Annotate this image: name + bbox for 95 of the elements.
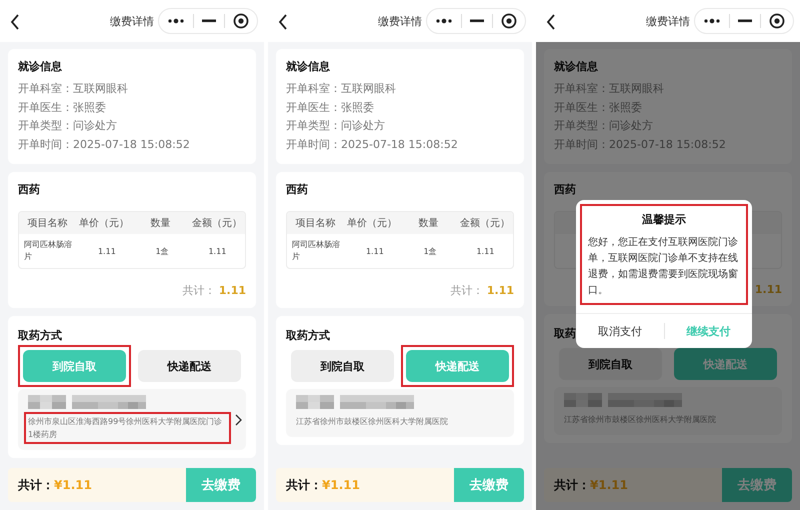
column-header: 项目名称 bbox=[26, 217, 68, 230]
field-label: 开单时间： bbox=[286, 138, 341, 150]
field-value: 2025-07-18 15:08:52 bbox=[609, 138, 726, 150]
column-header: 单价（元） bbox=[346, 216, 398, 230]
column-header: 单价（元） bbox=[78, 216, 130, 230]
total-amount: ¥1.11 bbox=[590, 478, 628, 492]
column-header: 项目名称 bbox=[294, 217, 336, 230]
back-icon[interactable] bbox=[278, 14, 288, 30]
field-value: 问诊处方 bbox=[341, 119, 385, 132]
section-title: 西药 bbox=[18, 182, 40, 197]
dialog-title: 温馨提示 bbox=[641, 212, 687, 227]
section-title: 取药方式 bbox=[286, 328, 330, 343]
total-amount: ¥1.11 bbox=[54, 478, 92, 492]
close-icon[interactable] bbox=[501, 13, 517, 29]
section-title: 西药 bbox=[554, 182, 576, 197]
section-title: 西药 bbox=[286, 182, 308, 197]
option-button[interactable]: 快递配送 bbox=[674, 348, 777, 380]
pay-button[interactable]: 去缴费 bbox=[454, 468, 524, 502]
section-title: 就诊信息 bbox=[554, 59, 598, 74]
field-label: 开单医生： bbox=[554, 100, 609, 114]
field-label: 开单科室： bbox=[286, 82, 341, 95]
more-icon[interactable] bbox=[703, 17, 721, 25]
field-value: 互联网眼科 bbox=[341, 82, 396, 95]
total-label: 共计： bbox=[18, 476, 54, 494]
minimize-icon[interactable] bbox=[470, 19, 484, 23]
chevron-right-icon bbox=[235, 414, 242, 426]
option-button[interactable]: 快递配送 bbox=[406, 350, 509, 382]
back-icon[interactable] bbox=[10, 14, 20, 30]
address-card[interactable]: 江苏省徐州市鼓楼区徐州医科大学附属医院 bbox=[554, 387, 782, 435]
total-amount: ¥1.11 bbox=[322, 478, 360, 492]
field-value: 张照委 bbox=[73, 100, 106, 114]
field-value: 张照委 bbox=[341, 100, 374, 114]
table-cell-text: 1.11 bbox=[96, 246, 117, 256]
table-cell-text: 阿司匹林肠溶片 bbox=[23, 239, 73, 263]
table-cell-text: 阿司匹林肠溶片 bbox=[291, 239, 341, 263]
close-icon[interactable] bbox=[233, 13, 249, 29]
total-label: 共计： bbox=[286, 476, 322, 494]
pay-button[interactable]: 去缴费 bbox=[722, 468, 792, 502]
field-label: 开单类型： bbox=[18, 119, 73, 132]
confirm-button[interactable]: 继续支付 bbox=[664, 314, 752, 348]
column-header: 数量 bbox=[417, 217, 440, 230]
option-button[interactable]: 到院自取 bbox=[559, 348, 662, 380]
address-text: 江苏省徐州市鼓楼区徐州医科大学附属医院 bbox=[296, 416, 449, 428]
section-title: 取药方式 bbox=[18, 328, 62, 343]
table-cell-text: 1盒 bbox=[422, 246, 438, 256]
field-label: 开单时间： bbox=[554, 138, 609, 150]
section-title: 就诊信息 bbox=[286, 59, 330, 74]
back-icon[interactable] bbox=[546, 14, 556, 30]
field-label: 开单时间： bbox=[18, 138, 73, 150]
option-button[interactable]: 到院自取 bbox=[291, 350, 394, 382]
option-button[interactable]: 到院自取 bbox=[23, 350, 126, 382]
pay-button[interactable]: 去缴费 bbox=[186, 468, 256, 502]
field-label: 开单类型： bbox=[286, 119, 341, 132]
more-icon[interactable] bbox=[435, 17, 453, 25]
column-header: 金额（元） bbox=[190, 216, 243, 230]
total-value: 1.11 bbox=[218, 284, 246, 297]
section-title: 就诊信息 bbox=[18, 59, 62, 74]
cancel-button[interactable]: 取消支付 bbox=[576, 314, 664, 348]
table-cell-text: 1盒 bbox=[154, 246, 170, 256]
column-header: 数量 bbox=[149, 217, 172, 230]
dialog-message: 您好，您正在支付互联网医院门诊单，互联网医院门诊单不支持在线退费，如需退费需要到医院现场窗口。 bbox=[588, 236, 739, 298]
table-cell-text: 1.11 bbox=[475, 246, 496, 256]
field-value: 张照委 bbox=[609, 100, 642, 114]
minimize-icon[interactable] bbox=[738, 19, 752, 23]
address-text: 徐州市泉山区淮海西路99号徐州医科大学附属医院门诊1楼药房 bbox=[28, 416, 224, 441]
total-value: 1.11 bbox=[486, 284, 514, 297]
close-icon[interactable] bbox=[769, 13, 785, 29]
field-value: 互联网眼科 bbox=[609, 82, 664, 95]
field-label: 开单医生： bbox=[18, 100, 73, 114]
table-cell-text: 1.11 bbox=[364, 246, 385, 256]
field-value: 问诊处方 bbox=[609, 119, 653, 132]
page-title: 缴费详情 bbox=[646, 14, 690, 28]
address-card[interactable]: 江苏省徐州市鼓楼区徐州医科大学附属医院 bbox=[286, 389, 514, 437]
address-text: 江苏省徐州市鼓楼区徐州医科大学附属医院 bbox=[564, 414, 717, 426]
total-value: 1.11 bbox=[754, 283, 782, 296]
page-title: 缴费详情 bbox=[110, 14, 154, 28]
column-header: 金额（元） bbox=[458, 216, 511, 230]
field-label: 开单医生： bbox=[286, 100, 341, 114]
total-label: 共计： bbox=[182, 284, 216, 297]
option-button[interactable]: 快递配送 bbox=[138, 350, 241, 382]
field-value: 2025-07-18 15:08:52 bbox=[341, 138, 458, 150]
page-title: 缴费详情 bbox=[378, 14, 422, 28]
field-value: 2025-07-18 15:08:52 bbox=[73, 138, 190, 150]
total-label: 共计： bbox=[450, 284, 484, 297]
field-label: 开单科室： bbox=[18, 82, 73, 95]
minimize-icon[interactable] bbox=[202, 19, 216, 23]
field-value: 问诊处方 bbox=[73, 119, 117, 132]
field-label: 开单类型： bbox=[554, 119, 609, 132]
total-label: 共计： bbox=[554, 476, 590, 494]
address-card[interactable]: 徐州市泉山区淮海西路99号徐州医科大学附属医院门诊1楼药房 bbox=[18, 389, 246, 450]
more-icon[interactable] bbox=[167, 17, 185, 25]
section-title: 取药 bbox=[554, 326, 576, 341]
field-label: 开单科室： bbox=[554, 82, 609, 95]
field-value: 互联网眼科 bbox=[73, 82, 128, 95]
table-cell-text: 1.11 bbox=[207, 246, 228, 256]
